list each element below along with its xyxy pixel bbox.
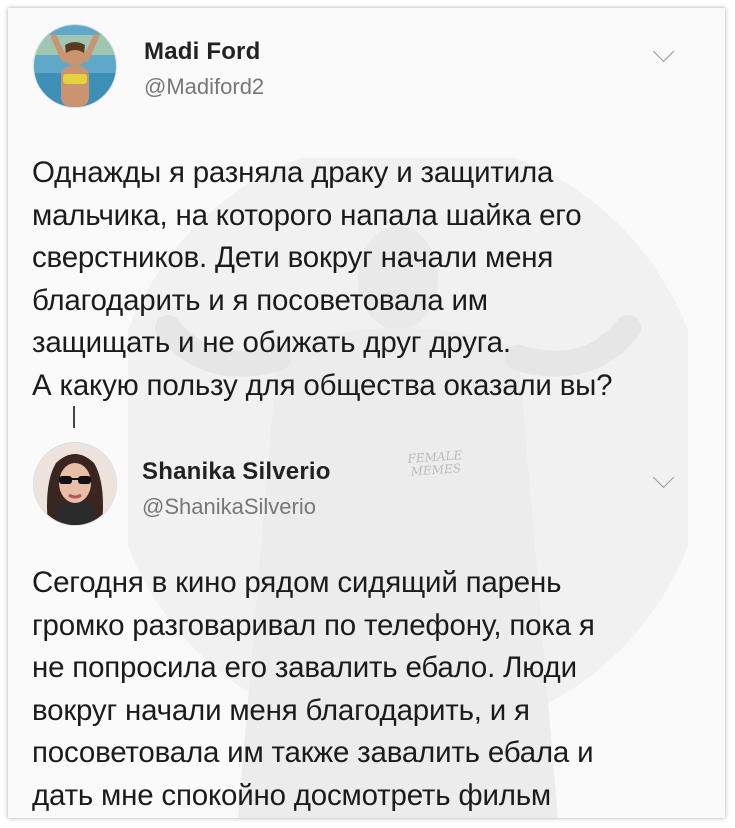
tweet-madi-ford: Madi Ford @Madiford2 Однажды я разняла д… bbox=[8, 8, 725, 418]
screenshot-frame: Madi Ford @Madiford2 Однажды я разняла д… bbox=[8, 8, 725, 818]
avatar-photo bbox=[34, 443, 116, 525]
author-name[interactable]: Shanika Silverio bbox=[142, 458, 331, 486]
author-handle[interactable]: @ShanikaSilverio bbox=[142, 494, 316, 520]
tweet-text: Сегодня в кино рядом сидящий парень гром… bbox=[32, 566, 595, 812]
chevron-down-icon[interactable] bbox=[652, 40, 675, 63]
avatar-shanika-silverio[interactable] bbox=[33, 442, 117, 526]
avatar-madi-ford[interactable] bbox=[33, 24, 117, 108]
author-handle[interactable]: @Madiford2 bbox=[144, 74, 264, 100]
tweet-text: Однажды я разняла драку и защитила мальч… bbox=[32, 156, 613, 402]
watermark: FEMALE MEMES bbox=[407, 448, 463, 479]
author-name[interactable]: Madi Ford bbox=[144, 38, 260, 66]
tweet-shanika-silverio: Shanika Silverio @ShanikaSilverio Сегодн… bbox=[8, 418, 725, 818]
chevron-down-icon[interactable] bbox=[652, 466, 675, 489]
avatar-photo bbox=[34, 25, 116, 107]
